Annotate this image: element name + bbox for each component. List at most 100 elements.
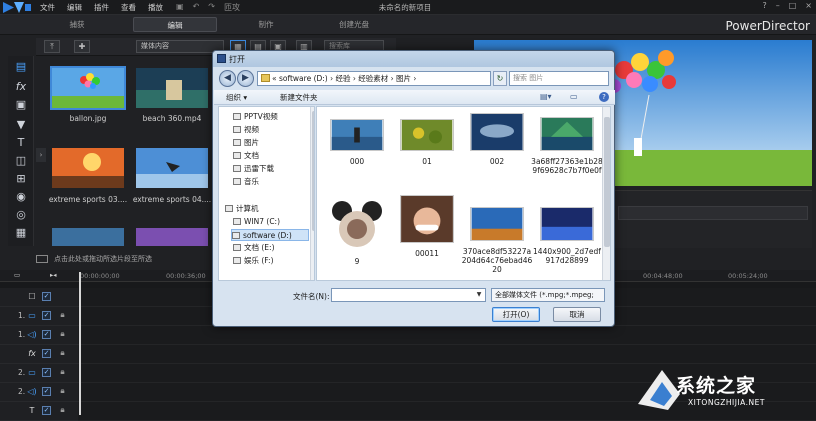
library-item-5[interactable]	[50, 226, 126, 246]
track-enable-checkbox[interactable]: ✓	[42, 368, 51, 377]
save-icon[interactable]: ▣	[176, 2, 184, 13]
nav-scrollbar[interactable]	[310, 107, 314, 280]
library-item-extreme-03[interactable]	[50, 146, 126, 190]
nav-item-drive-c[interactable]: WIN7 (C:)	[233, 216, 314, 228]
back-button[interactable]: ◀	[219, 70, 236, 87]
file-list-scrollbar[interactable]	[602, 107, 610, 280]
menu-playback[interactable]: 播放	[148, 2, 163, 13]
lock-icon[interactable]: 🔒︎	[58, 329, 67, 339]
chapter-room-icon[interactable]: ◎	[14, 208, 28, 222]
file-item-00011[interactable]: 00011	[391, 195, 463, 258]
plugins-icon[interactable]: ✚	[74, 40, 90, 53]
nav-item-pptv[interactable]: PPTV视频	[233, 111, 314, 123]
nav-item-drive-e[interactable]: 文档 (E:)	[233, 242, 314, 254]
storyboard-icon[interactable]	[36, 255, 48, 263]
track-enable-checkbox[interactable]: ✓	[42, 349, 51, 358]
redo-icon[interactable]: ↷	[208, 2, 215, 13]
track-enable-checkbox[interactable]: ✓	[42, 292, 51, 301]
library-collapse-button[interactable]: ›	[36, 148, 46, 162]
tab-edit[interactable]: 编辑	[133, 17, 217, 32]
particle-room-icon[interactable]: ▼	[14, 118, 28, 132]
menu-edit[interactable]: 编辑	[67, 2, 82, 13]
scrollbar-thumb[interactable]	[604, 117, 610, 247]
close-icon[interactable]: ×	[805, 1, 812, 10]
navigation-pane: PPTV视频 视频 图片 文档 迅雷下载 音乐 计算机 WIN7 (C:) so…	[218, 106, 315, 281]
tab-create-disc[interactable]: 创建光盘	[322, 17, 386, 32]
cancel-button[interactable]: 取消	[553, 307, 601, 322]
track-lane[interactable]	[78, 345, 816, 364]
scrollbar-thumb[interactable]	[312, 111, 314, 231]
chevron-down-icon[interactable]: ▼	[474, 289, 484, 301]
track-enable-checkbox[interactable]: ✓	[42, 387, 51, 396]
file-item-1440x900[interactable]: 1440x900_2d7edf917d28899	[531, 207, 603, 265]
import-media-icon[interactable]: ⤒	[44, 40, 60, 53]
library-item-extreme-04[interactable]	[134, 146, 210, 190]
filetype-select[interactable]: 全部媒体文件 (*.mpg;*.mpeg;	[491, 288, 605, 302]
undo-icon[interactable]: ↶	[193, 2, 200, 13]
track-enable-checkbox[interactable]: ✓	[42, 330, 51, 339]
tab-capture[interactable]: 捕获	[42, 17, 112, 32]
menu-file[interactable]: 文件	[40, 2, 55, 13]
file-item-000[interactable]: 000	[321, 119, 393, 166]
file-item-9[interactable]: 9	[321, 199, 393, 266]
effect-room-icon[interactable]: fx	[14, 80, 28, 94]
open-button[interactable]: 打开(O)	[492, 307, 540, 322]
lock-icon[interactable]: 🔒︎	[58, 348, 67, 358]
timeline-fit-icon[interactable]: ▸◂	[50, 271, 57, 279]
nav-item-drive-d[interactable]: software (D:)	[231, 229, 309, 241]
track-enable-checkbox[interactable]: ✓	[42, 406, 51, 415]
organize-button[interactable]: 组织 ▾	[226, 92, 247, 103]
nav-item-computer[interactable]: 计算机	[225, 203, 314, 215]
file-thumbnail	[400, 195, 454, 243]
track-enable-checkbox[interactable]: ✓	[42, 311, 51, 320]
forward-button[interactable]: ▶	[237, 70, 254, 87]
file-item-370ace[interactable]: 370ace8df53227a204d64c76ebad4620	[461, 207, 533, 274]
maximize-icon[interactable]: □	[789, 1, 797, 10]
redo-label[interactable]: 匝攻	[224, 2, 240, 13]
timeline-playhead[interactable]	[79, 272, 81, 415]
file-item-3a68ff[interactable]: 3a68ff27363e1b289f69628c7b7f0e0f	[531, 117, 603, 175]
audio-mixing-icon[interactable]: ⊞	[14, 172, 28, 186]
nav-item-documents[interactable]: 文档	[233, 150, 314, 162]
playback-control-bar[interactable]	[618, 206, 808, 220]
refresh-button[interactable]: ↻	[493, 71, 507, 86]
menu-view[interactable]: 查看	[121, 2, 136, 13]
library-item-6[interactable]	[134, 226, 210, 246]
title-room-icon[interactable]: T	[14, 136, 28, 150]
lock-icon[interactable]: 🔒︎	[58, 310, 67, 320]
menu-plugins[interactable]: 插件	[94, 2, 109, 13]
lock-icon[interactable]: 🔒︎	[58, 405, 67, 415]
voice-over-icon[interactable]: ◉	[14, 190, 28, 204]
library-filter-select[interactable]: 媒体内容	[136, 40, 224, 53]
library-item-ballon[interactable]	[50, 66, 126, 110]
file-item-002[interactable]: 002	[461, 113, 533, 166]
transition-room-icon[interactable]: ◫	[14, 154, 28, 168]
pip-room-icon[interactable]: ▣	[14, 98, 28, 112]
preview-pane-icon[interactable]: ▭	[570, 92, 578, 101]
nav-item-thunder-downloads[interactable]: 迅雷下载	[233, 163, 314, 175]
nav-item-videos[interactable]: 视频	[233, 124, 314, 136]
view-options-icon[interactable]: ▤▾	[540, 92, 552, 101]
help-icon[interactable]: ?	[599, 92, 609, 102]
dialog-search-input[interactable]: 搜索 图片	[509, 71, 609, 86]
track-header-video-2: 2. ▭ ✓ 🔒︎	[0, 364, 78, 383]
tab-produce[interactable]: 制作	[236, 17, 296, 32]
lock-icon[interactable]: 🔒︎	[58, 367, 67, 377]
media-room-icon[interactable]: ▤	[14, 60, 28, 74]
nav-item-pictures[interactable]: 图片	[233, 137, 314, 149]
minimize-icon[interactable]: –	[776, 1, 780, 10]
library-item-beach[interactable]	[134, 66, 210, 110]
filename-input[interactable]: ▼	[331, 288, 486, 302]
subtitle-room-icon[interactable]: ▦	[14, 226, 28, 240]
file-thumbnail	[540, 207, 594, 241]
address-bar[interactable]: « software (D:) › 经验 › 经验素材 › 图片 › ▾	[257, 71, 491, 86]
nav-item-music[interactable]: 音乐	[233, 176, 314, 188]
file-name: 000	[349, 157, 365, 166]
timeline-settings-icon[interactable]: ▭	[14, 271, 20, 279]
track-lane[interactable]	[78, 326, 816, 345]
new-folder-button[interactable]: 新建文件夹	[280, 92, 318, 103]
nav-item-drive-f[interactable]: 娱乐 (F:)	[233, 255, 314, 267]
help-icon[interactable]: ?	[762, 1, 766, 10]
lock-icon[interactable]: 🔒︎	[58, 386, 67, 396]
file-item-01[interactable]: 01	[391, 119, 463, 166]
